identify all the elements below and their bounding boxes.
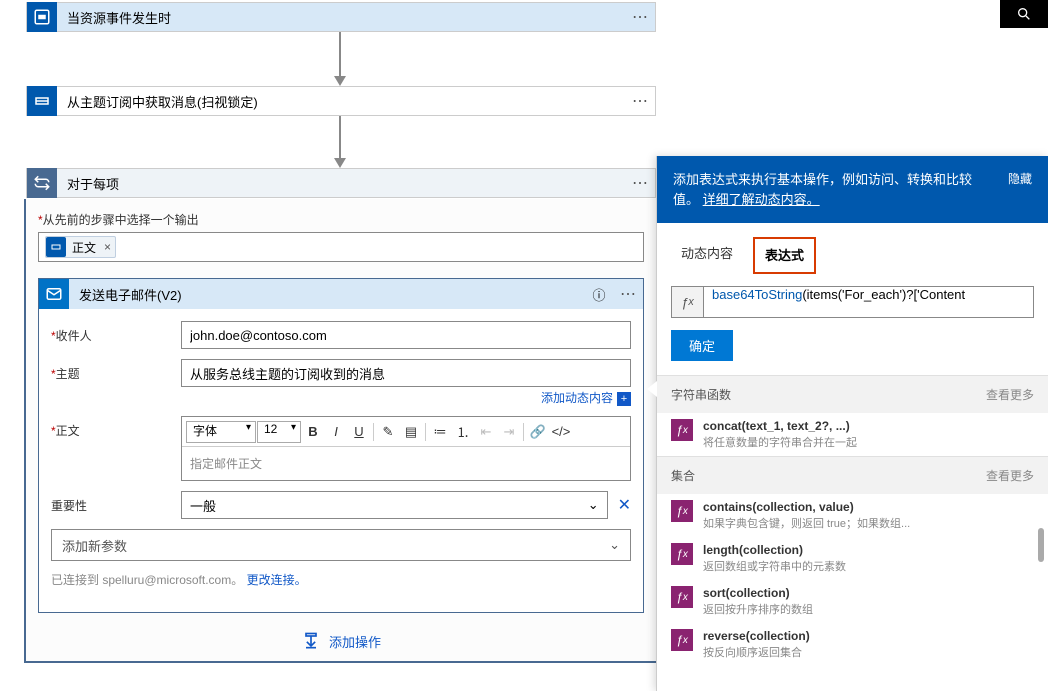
italic-btn[interactable]: I <box>325 421 347 443</box>
outputs-input[interactable]: 正文 × <box>38 232 644 262</box>
body-editor: 字体 12 B I U ✎ ▤ ≔ ⒈ ⇤ ⇥ <box>181 416 631 481</box>
add-dynamic-link[interactable]: 添加动态内容 <box>541 391 613 405</box>
expression-panel: 添加表达式来执行基本操作，例如访问、转换和比较值。 详细了解动态内容。 隐藏 动… <box>656 156 1048 691</box>
font-select[interactable]: 字体 <box>186 421 256 443</box>
tab-expression[interactable]: 表达式 <box>753 237 816 274</box>
fx-length[interactable]: ƒx length(collection)返回数组或字符串中的元素数 <box>657 537 1048 580</box>
highlight-btn[interactable]: ▤ <box>400 421 422 443</box>
fx-sort[interactable]: ƒx sort(collection)返回按升序排序的数组 <box>657 580 1048 623</box>
send-email-header[interactable]: 发送电子邮件(V2) ⓘ ⋯ <box>39 279 643 309</box>
email-title: 发送电子邮件(V2) <box>69 285 585 304</box>
chevron-down-icon: ⌄ <box>588 497 599 513</box>
expression-input-row: ƒx base64ToString(items('For_each')?['Co… <box>671 286 1034 318</box>
foreach-body: *从先前的步骤中选择一个输出 正文 × 发送电子邮件(V2) ⓘ ⋯ *收件人 … <box>24 199 658 663</box>
trigger-step[interactable]: 当资源事件发生时 ⋯ <box>26 2 656 32</box>
fx-badge-icon: ƒx <box>671 543 693 565</box>
category-string: 字符串函数 查看更多 <box>657 375 1048 413</box>
add-parameter[interactable]: 添加新参数 ⌄ <box>51 529 631 561</box>
token-icon <box>46 237 66 257</box>
service-bus-icon <box>27 86 57 116</box>
flow-arrow <box>330 32 350 86</box>
get-messages-step[interactable]: 从主题订阅中获取消息(扫视锁定) ⋯ <box>26 86 656 116</box>
flow-arrow-2 <box>330 116 350 168</box>
importance-select[interactable]: 一般 ⌄ <box>181 491 608 519</box>
event-grid-icon <box>27 2 57 32</box>
underline-btn[interactable]: U <box>348 421 370 443</box>
ok-button[interactable]: 确定 <box>671 330 733 361</box>
fx-icon: ƒx <box>671 286 703 318</box>
color-btn[interactable]: ✎ <box>377 421 399 443</box>
add-action-button[interactable]: 添加操作 <box>38 613 644 661</box>
panel-tabs: 动态内容 表达式 <box>657 223 1048 274</box>
step2-title: 从主题订阅中获取消息(扫视锁定) <box>57 92 625 111</box>
foreach-menu[interactable]: ⋯ <box>625 173 655 193</box>
trigger-title: 当资源事件发生时 <box>57 8 625 27</box>
to-label: *收件人 <box>51 321 181 344</box>
indent-btn[interactable]: ⇥ <box>498 421 520 443</box>
plus-icon: + <box>617 392 631 406</box>
send-email-step: 发送电子邮件(V2) ⓘ ⋯ *收件人 *主题 添加动态内容 + *正文 <box>38 278 644 613</box>
link-btn[interactable]: 🔗 <box>527 421 549 443</box>
email-menu[interactable]: ⋯ <box>613 284 643 304</box>
trigger-menu[interactable]: ⋯ <box>625 7 655 27</box>
body-textarea[interactable]: 指定邮件正文 <box>182 447 630 480</box>
foreach-title: 对于每项 <box>57 174 625 193</box>
editor-toolbar: 字体 12 B I U ✎ ▤ ≔ ⒈ ⇤ ⇥ <box>182 417 630 447</box>
panel-pointer <box>647 381 657 397</box>
chevron-down-icon: ⌄ <box>609 537 620 553</box>
hide-panel[interactable]: 隐藏 <box>1008 170 1032 188</box>
numbers-btn[interactable]: ⒈ <box>452 421 474 443</box>
fx-contains[interactable]: ƒx contains(collection, value)如果字典包含键，则返… <box>657 494 1048 537</box>
outdent-btn[interactable]: ⇤ <box>475 421 497 443</box>
panel-header: 添加表达式来执行基本操作，例如访问、转换和比较值。 详细了解动态内容。 隐藏 <box>657 156 1048 223</box>
step2-menu[interactable]: ⋯ <box>625 91 655 111</box>
info-icon[interactable]: ⓘ <box>585 285 613 304</box>
tab-dynamic-content[interactable]: 动态内容 <box>671 237 743 274</box>
to-input[interactable] <box>181 321 631 349</box>
scrollbar-thumb[interactable] <box>1038 528 1044 562</box>
bold-btn[interactable]: B <box>302 421 324 443</box>
size-select[interactable]: 12 <box>257 421 301 443</box>
expression-input[interactable]: base64ToString(items('For_each')?['Conte… <box>703 286 1034 318</box>
fx-badge-icon: ƒx <box>671 500 693 522</box>
importance-label: 重要性 <box>51 491 181 514</box>
connection-status: 已连接到 spelluru@microsoft.com。 更改连接。 <box>51 571 631 588</box>
fx-badge-icon: ƒx <box>671 586 693 608</box>
see-more-collection[interactable]: 查看更多 <box>986 467 1034 484</box>
foreach-step[interactable]: 对于每项 ⋯ <box>26 168 656 198</box>
body-label: *正文 <box>51 416 181 439</box>
learn-more-link[interactable]: 详细了解动态内容。 <box>703 192 820 207</box>
outlook-icon <box>39 279 69 309</box>
see-more-string[interactable]: 查看更多 <box>986 386 1034 403</box>
code-btn[interactable]: </> <box>550 421 572 443</box>
clear-importance[interactable]: ✕ <box>618 495 631 515</box>
subject-label: *主题 <box>51 359 181 382</box>
fx-concat[interactable]: ƒx concat(text_1, text_2?, ...)将任意数量的字符串… <box>657 413 1048 456</box>
subject-input[interactable] <box>181 359 631 387</box>
loop-icon <box>27 168 57 198</box>
change-connection-link[interactable]: 更改连接。 <box>247 573 307 587</box>
token-remove[interactable]: × <box>104 240 111 254</box>
bullets-btn[interactable]: ≔ <box>429 421 451 443</box>
fx-badge-icon: ƒx <box>671 419 693 441</box>
fx-reverse[interactable]: ƒx reverse(collection)按反向顺序返回集合 <box>657 623 1048 666</box>
fx-badge-icon: ƒx <box>671 629 693 651</box>
body-token[interactable]: 正文 × <box>45 236 116 258</box>
category-collection: 集合 查看更多 <box>657 456 1048 494</box>
search-button[interactable] <box>1000 0 1048 28</box>
outputs-label: *从先前的步骤中选择一个输出 <box>38 211 644 228</box>
